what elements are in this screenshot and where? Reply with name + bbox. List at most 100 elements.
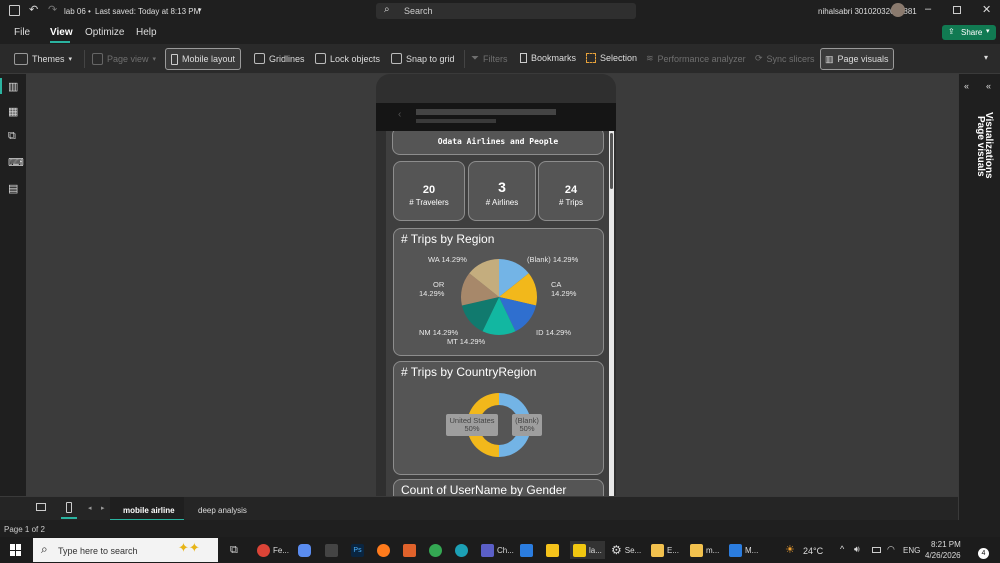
clock-date[interactable]: 4/26/2026 — [925, 551, 961, 560]
prev-page-icon[interactable]: ◂ — [88, 504, 92, 512]
taskbar-app-label: la... — [589, 545, 602, 555]
mobile-layout-icon[interactable] — [66, 502, 72, 513]
maximize-icon[interactable] — [953, 6, 961, 14]
menu-help[interactable]: Help — [136, 27, 157, 38]
taskbar-app-chrome[interactable]: Fe... — [257, 541, 289, 559]
selection-icon — [586, 53, 596, 63]
task-view-icon[interactable]: ⧉ — [230, 544, 238, 557]
slice-label-blank: (Blank) 14.29% — [527, 255, 579, 264]
matlab-icon[interactable] — [403, 544, 416, 557]
performance-analyzer-label: Performance analyzer — [657, 53, 746, 64]
trips-by-country-card[interactable]: # Trips by CountryRegion United States 5… — [393, 361, 604, 475]
clock-time[interactable]: 8:21 PM — [931, 540, 961, 549]
gear-icon: ⚙ — [611, 543, 622, 557]
media-player-icon[interactable] — [520, 544, 533, 557]
search-box[interactable]: ⌕ Search — [376, 3, 636, 19]
expand-pane-icon[interactable]: « — [986, 81, 991, 91]
collapse-ribbon-icon[interactable]: ▾ — [984, 53, 988, 62]
kpi-label: # Travelers — [409, 198, 449, 207]
themes-icon — [14, 53, 28, 65]
page-view-label: Page view — [107, 54, 149, 64]
lock-objects-toggle[interactable]: Lock objects — [315, 53, 380, 64]
kpi-label: # Airlines — [485, 198, 519, 207]
menu-view[interactable]: View — [50, 27, 73, 38]
slice-label-mt: MT 14.29% — [447, 337, 486, 346]
mobile-layout-button[interactable]: Mobile layout — [165, 48, 242, 70]
photoshop-icon[interactable]: Ps — [351, 544, 364, 557]
firefox-icon[interactable] — [377, 544, 390, 557]
themes-button[interactable]: Themes ▾ — [14, 53, 72, 65]
phone-scrollbar-thumb[interactable] — [610, 133, 613, 189]
clipchamp-icon[interactable] — [325, 544, 338, 557]
battery-icon[interactable] — [872, 547, 881, 553]
avatar[interactable] — [891, 3, 905, 17]
table-view-icon[interactable]: ▦ — [8, 105, 18, 118]
chevron-up-icon[interactable]: ^ — [840, 544, 844, 554]
desktop-layout-icon[interactable] — [36, 503, 46, 511]
notification-badge[interactable]: 4 — [978, 548, 989, 559]
kpi-card-airlines[interactable]: 3 # Airlines — [468, 161, 536, 221]
model-view-icon[interactable]: ⧉ — [8, 130, 16, 143]
taskbar-app-teams[interactable]: Ch... — [481, 541, 514, 559]
slice-label-or-pct: 14.29% — [419, 289, 445, 298]
taskbar-app-media[interactable]: M... — [729, 541, 758, 559]
volume-icon[interactable]: 🔊︎ — [854, 544, 860, 555]
undo-icon[interactable]: ↶ — [29, 3, 38, 16]
sparkle-icon: ✦✦ — [178, 540, 200, 555]
trips-by-region-card[interactable]: # Trips by Region WA 14.29% (Blank) 14.2… — [393, 228, 604, 356]
kpi-card-travelers[interactable]: 20 # Travelers — [393, 161, 465, 221]
gender-card[interactable]: Count of UserName by Gender — [393, 479, 604, 496]
snap-to-grid-checkbox[interactable] — [391, 53, 402, 64]
minimize-icon[interactable]: – — [925, 3, 931, 15]
taskbar-app-settings[interactable]: ⚙ Se... — [611, 541, 641, 559]
gridlines-checkbox[interactable] — [254, 53, 265, 64]
edge-icon[interactable] — [455, 544, 468, 557]
share-button[interactable]: ⇪ Share ▾ — [942, 25, 996, 40]
taskbar-app-folder[interactable]: m... — [690, 541, 719, 559]
bookmarks-button[interactable]: Bookmarks — [520, 53, 576, 63]
snap-to-grid-toggle[interactable]: Snap to grid — [391, 53, 455, 64]
save-icon[interactable] — [9, 5, 20, 16]
copilot-icon[interactable] — [298, 544, 311, 557]
left-nav-rail: ▥ ▦ ⧉ ⌨ ▤ — [0, 74, 26, 520]
report-title-card[interactable]: Odata Airlines and People — [392, 131, 604, 155]
tmdl-view-icon[interactable]: ▤ — [8, 182, 18, 195]
taskbar-search[interactable]: ⌕ Type here to search ✦✦ — [33, 538, 218, 562]
gridlines-label: Gridlines — [269, 53, 305, 64]
dax-query-view-icon[interactable]: ⌨ — [8, 156, 24, 169]
wifi-icon[interactable]: ◠ — [887, 544, 895, 555]
menu-optimize[interactable]: Optimize — [85, 27, 124, 38]
tab-deep-analysis[interactable]: deep analysis — [186, 497, 258, 521]
chrome-alt-icon[interactable] — [429, 544, 442, 557]
folder-icon — [651, 543, 664, 557]
filters-label: Filters — [483, 53, 508, 64]
close-icon[interactable]: ✕ — [982, 3, 991, 16]
powerbi-icon — [573, 543, 586, 557]
selection-button[interactable]: Selection — [586, 53, 637, 63]
windows-start-icon[interactable] — [10, 544, 22, 556]
chevron-down-icon[interactable]: ▾ — [198, 6, 202, 14]
tab-mobile-airline[interactable]: mobile airline — [110, 497, 184, 521]
temperature[interactable]: 24°C — [803, 546, 823, 556]
next-page-icon[interactable]: ▸ — [101, 504, 105, 512]
language-indicator[interactable]: ENG — [903, 546, 920, 555]
menu-file[interactable]: File — [14, 27, 30, 38]
taskbar-app-powerbi[interactable]: la... — [570, 541, 605, 559]
taskbar-app-label: m... — [706, 545, 720, 555]
page-visuals-button[interactable]: ▥ Page visuals — [820, 48, 894, 70]
search-icon: ⌕ — [41, 542, 48, 556]
menu-bar: File View Optimize Help ⇪ Share ▾ — [0, 22, 1000, 44]
lock-objects-checkbox[interactable] — [315, 53, 326, 64]
media-icon — [729, 543, 742, 557]
notes-icon[interactable] — [546, 544, 559, 557]
visualizations-pane-tab[interactable]: Visualizations — [983, 112, 994, 179]
kpi-value: 20 — [422, 184, 436, 196]
gridlines-toggle[interactable]: Gridlines — [254, 53, 305, 64]
weather-icon[interactable]: ☀ — [785, 543, 795, 556]
taskbar-app-explorer[interactable]: E... — [651, 541, 679, 559]
report-view-icon[interactable]: ▥ — [8, 80, 18, 93]
bookmarks-label: Bookmarks — [531, 53, 577, 63]
expand-pane-icon[interactable]: « — [964, 81, 969, 91]
kpi-card-trips[interactable]: 24 # Trips — [538, 161, 604, 221]
report-canvas: ‹ Odata Airlines and People 20 # Travele… — [26, 74, 958, 496]
